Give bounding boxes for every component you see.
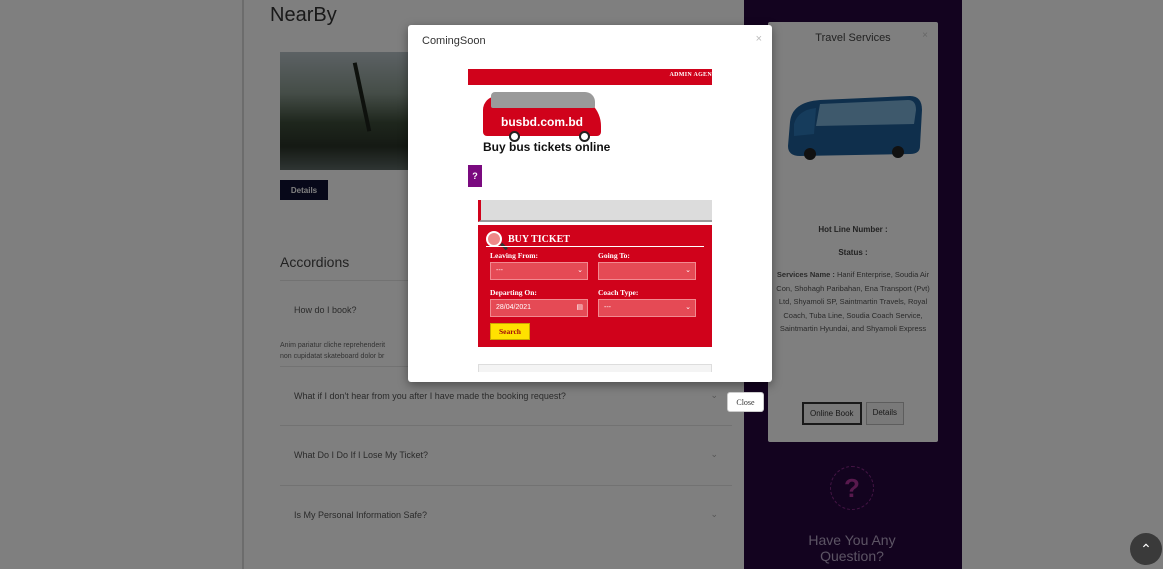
buy-ticket-header: BUY TICKET <box>486 231 570 247</box>
coach-type-select[interactable]: --- ⌄ <box>598 299 696 317</box>
search-button[interactable]: Search <box>490 323 530 340</box>
leaving-from-label: Leaving From: <box>490 251 538 260</box>
logo-bus-window <box>491 92 595 108</box>
chevron-down-icon: ⌄ <box>577 267 583 274</box>
buy-ticket-title: BUY TICKET <box>508 233 570 245</box>
embedded-site-preview: ADMIN AGEN busbd.com.bd Buy bus tickets … <box>468 68 712 372</box>
going-to-select[interactable]: ⌄ <box>598 262 696 280</box>
chevron-down-icon: ⌄ <box>685 304 691 311</box>
modal-title: ComingSoon <box>422 35 486 47</box>
gray-banner <box>478 200 712 222</box>
search-icon <box>486 231 502 247</box>
chevron-up-icon: ⌃ <box>1140 540 1152 557</box>
coach-type-label: Coach Type: <box>598 288 639 297</box>
close-icon[interactable]: × <box>756 33 762 45</box>
coming-soon-modal: ComingSoon × ADMIN AGEN busbd.com.bd Buy… <box>408 25 772 382</box>
logo-text: busbd.com.bd <box>501 115 583 129</box>
topbar-links[interactable]: ADMIN AGEN <box>669 72 712 78</box>
divider <box>486 246 704 247</box>
scroll-to-top-button[interactable]: ⌃ <box>1130 533 1162 565</box>
going-to-label: Going To: <box>598 251 630 260</box>
help-icon[interactable]: ? <box>468 165 482 187</box>
select-value: --- <box>496 267 503 274</box>
select-value: --- <box>604 304 611 311</box>
close-button[interactable]: Close <box>727 392 764 412</box>
buy-ticket-form: BUY TICKET Leaving From: Going To: --- ⌄… <box>478 225 712 347</box>
tagline: Buy bus tickets online <box>483 140 611 154</box>
date-value: 28/04/2021 <box>496 304 532 311</box>
bottom-panel <box>478 364 712 372</box>
site-topbar: ADMIN AGEN <box>468 69 712 85</box>
leaving-from-select[interactable]: --- ⌄ <box>490 262 588 280</box>
chevron-down-icon: ⌄ <box>685 267 691 274</box>
calendar-icon[interactable]: ▤ <box>576 303 583 311</box>
departing-on-label: Departing On: <box>490 288 537 297</box>
site-logo[interactable]: busbd.com.bd <box>483 90 601 142</box>
departing-on-input[interactable]: 28/04/2021 ▤ <box>490 299 588 317</box>
